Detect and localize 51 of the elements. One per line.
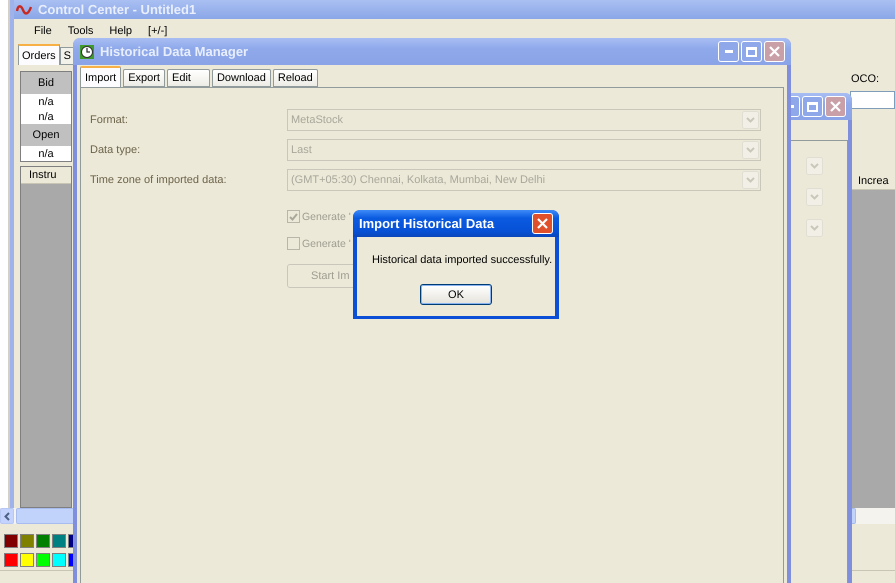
maximize-icon (746, 46, 757, 56)
maximize-icon (807, 102, 818, 112)
message-text: Historical data imported successfully. (371, 253, 552, 267)
column-header: Bid (21, 72, 71, 94)
field-label: Format: (90, 114, 129, 126)
field-label: Time zone of imported data: (90, 174, 228, 186)
color-swatch[interactable] (20, 553, 34, 568)
color-swatch[interactable] (36, 534, 50, 548)
ok-button[interactable]: OK (420, 284, 492, 305)
tab[interactable]: Reload (272, 69, 318, 87)
color-swatch[interactable] (52, 553, 66, 568)
close-button[interactable] (532, 213, 553, 234)
scroll-left-button[interactable] (0, 508, 14, 524)
color-swatch[interactable] (36, 553, 50, 568)
tab[interactable]: Edit (166, 69, 210, 87)
color-swatch[interactable] (4, 534, 18, 548)
menu-item[interactable]: Help (101, 24, 140, 36)
close-button[interactable] (825, 96, 846, 117)
menu-item[interactable]: Tools (60, 24, 102, 36)
column-header: Instru (21, 167, 71, 184)
menu-item[interactable]: File (26, 24, 60, 36)
maximize-button[interactable] (741, 41, 762, 62)
column-header: Open (21, 124, 71, 146)
menu-item[interactable]: [+/-] (140, 24, 176, 36)
close-button[interactable] (764, 41, 785, 62)
window-title: Control Center - Untitled1 (38, 2, 196, 17)
clock-icon (79, 44, 95, 60)
check-icon (289, 212, 298, 220)
column-header: Increa (850, 173, 895, 190)
tab[interactable]: Export (123, 69, 165, 87)
close-icon (537, 218, 548, 229)
color-swatch[interactable] (4, 553, 18, 568)
tab[interactable]: Download (212, 69, 271, 87)
color-swatch[interactable] (20, 534, 34, 548)
color-swatch[interactable] (52, 534, 66, 548)
chevron-left-icon (4, 512, 10, 521)
minimize-button[interactable] (718, 41, 739, 62)
close-icon (830, 101, 841, 112)
field-label: OCO: (850, 73, 880, 85)
tab[interactable]: Import (80, 66, 122, 87)
close-icon (769, 46, 780, 57)
minimize-icon (724, 50, 732, 53)
checkbox-label: Generate ' (302, 238, 351, 250)
maximize-button[interactable] (802, 96, 823, 117)
wave-logo-icon (16, 4, 32, 16)
checkbox-label: Generate ' (302, 210, 351, 222)
field-label: Data type: (90, 144, 142, 156)
input-field[interactable] (850, 91, 895, 109)
tab[interactable]: Orders (18, 44, 60, 65)
dialog-title: Import Historical Data (359, 216, 494, 231)
window-title: Historical Data Manager (100, 44, 248, 59)
